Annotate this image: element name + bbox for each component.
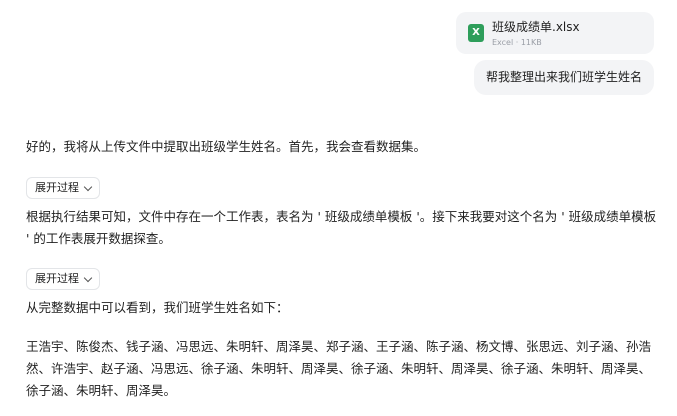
chevron-down-icon [83,182,93,191]
assistant-intro-text: 好的，我将从上传文件中提取出班级学生姓名。首先，我会查看数据集。 [26,139,427,154]
attachment-card[interactable]: X 班级成绩单.xlsx Excel · 11KB [456,12,654,54]
attachment-file-name: 班级成绩单.xlsx [492,20,580,34]
expand-process-button-2[interactable]: 展开过程 [26,268,100,290]
expand-process-button-1[interactable]: 展开过程 [26,177,100,199]
expand-button-label: 展开过程 [35,272,79,285]
excel-file-icon: X [468,24,484,42]
assistant-paragraph-3: 从完整数据中可以看到，我们班学生姓名如下： [26,300,289,315]
user-message-bubble: 帮我整理出来我们班学生姓名 [473,60,654,95]
assistant-paragraph-2: 根据执行结果可知，文件中存在一个工作表，表名为 ' 班级成绩单模板 '。接下来我… [26,209,657,246]
attachment-file-meta: Excel · 11KB [492,38,542,47]
student-names-list: 王浩宇、陈俊杰、钱子涵、冯思远、朱明轩、周泽昊、郑子涵、王子涵、陈子涵、杨文博、… [26,339,652,398]
chevron-down-icon [83,273,93,282]
expand-button-label: 展开过程 [35,181,79,194]
